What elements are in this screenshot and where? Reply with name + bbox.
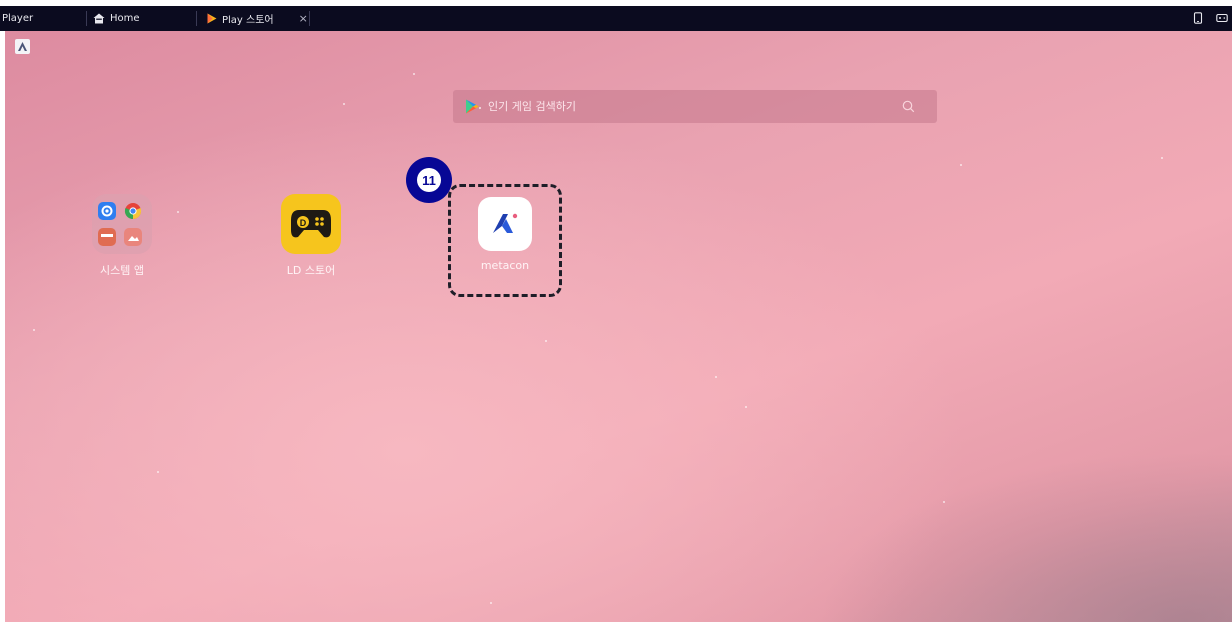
- search-placeholder: 인기 게임 검색하기: [488, 100, 576, 113]
- play-store-icon: [466, 99, 481, 114]
- gamepad-icon: D: [291, 210, 331, 238]
- gamepad-icon[interactable]: [1216, 12, 1228, 24]
- gallery-icon: [124, 228, 142, 246]
- phone-icon[interactable]: [1192, 12, 1204, 24]
- sparkle: [157, 471, 159, 473]
- system-apps-folder-icon: [92, 194, 152, 254]
- sparkle: [715, 376, 717, 378]
- sparkle: [177, 211, 179, 213]
- system-apps-label: 시스템 앱: [100, 264, 144, 277]
- settings-icon: [98, 202, 116, 220]
- emulator-window: Player Home Play 스토어 × 인기 게임 검색하기 시스템 앱 …: [0, 6, 1232, 622]
- svg-text:D: D: [300, 218, 307, 228]
- app-name-label: Player: [2, 13, 34, 24]
- sparkle: [1161, 157, 1163, 159]
- tab-play-store-label: Play 스토어: [222, 15, 274, 26]
- search-icon[interactable]: [902, 100, 915, 113]
- sparkle: [960, 164, 962, 166]
- metacon-highlight-box: [448, 184, 562, 297]
- tab-close-icon[interactable]: ×: [299, 12, 308, 25]
- sparkle: [490, 602, 492, 604]
- sparkle: [943, 501, 945, 503]
- step-number: 11: [417, 168, 441, 192]
- launcher-a-icon: [18, 42, 27, 51]
- tab-separator: [309, 11, 310, 26]
- system-apps-folder[interactable]: 시스템 앱: [72, 194, 172, 278]
- ld-store-app[interactable]: D LD 스토어: [261, 194, 361, 278]
- tab-home[interactable]: Home: [93, 6, 140, 31]
- tab-play-store[interactable]: Play 스토어 ×: [207, 6, 308, 31]
- home-icon: [93, 13, 105, 24]
- files-icon: [98, 228, 116, 246]
- sparkle: [745, 406, 747, 408]
- tab-separator: [196, 11, 197, 26]
- sparkle: [343, 103, 345, 105]
- app-name: Player: [2, 6, 33, 31]
- notification-badge: A: [15, 39, 30, 54]
- tab-separator: [86, 11, 87, 26]
- tab-home-label: Home: [110, 13, 140, 24]
- chrome-icon: [124, 202, 142, 220]
- play-store-icon: [207, 13, 217, 24]
- step-number-badge: 11: [406, 157, 452, 203]
- sparkle: [545, 340, 547, 342]
- android-home-screen: A 인기 게임 검색하기: [5, 31, 1232, 622]
- game-search-bar[interactable]: 인기 게임 검색하기: [453, 90, 937, 123]
- ld-store-icon: D: [281, 194, 341, 254]
- ld-store-label: LD 스토어: [286, 264, 336, 277]
- title-bar: Player Home Play 스토어 ×: [0, 6, 1232, 31]
- sparkle: [413, 73, 415, 75]
- sparkle: [33, 329, 35, 331]
